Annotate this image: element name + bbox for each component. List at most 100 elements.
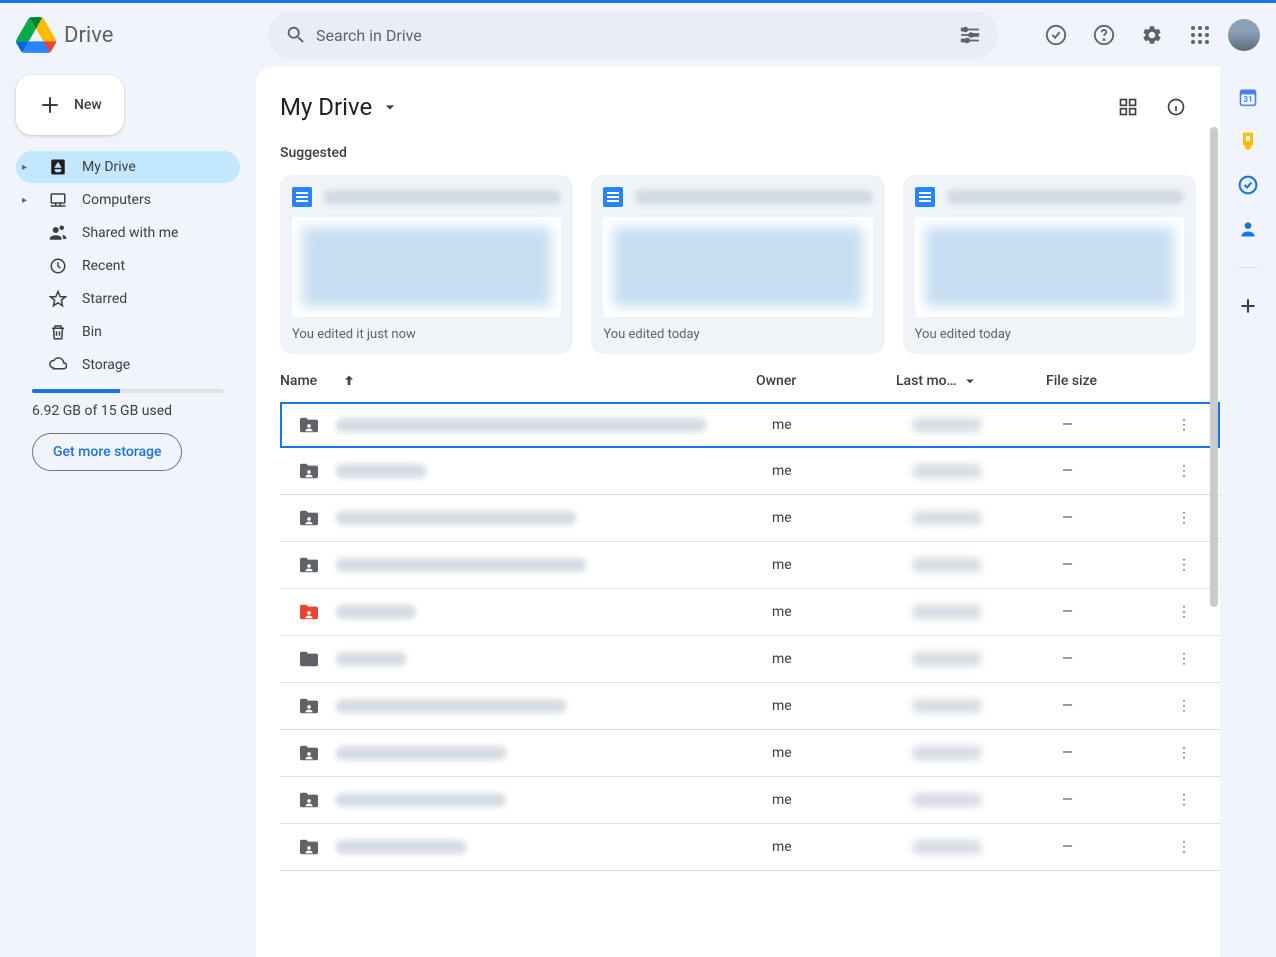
- shared-icon: [48, 223, 68, 243]
- file-row[interactable]: me — ⋮: [280, 402, 1220, 448]
- sidebar: New ▸ My Drive ▸ Computers ▸ Shared with…: [0, 67, 256, 957]
- col-size-header[interactable]: File size: [1046, 373, 1156, 389]
- folder-icon: [298, 603, 320, 621]
- row-more-icon[interactable]: ⋮: [1172, 604, 1196, 620]
- file-owner: me: [772, 745, 912, 761]
- calendar-icon[interactable]: 31: [1238, 87, 1258, 107]
- nav-my-drive[interactable]: ▸ My Drive: [16, 151, 240, 183]
- contacts-icon[interactable]: [1238, 219, 1258, 239]
- file-size: —: [1062, 839, 1172, 855]
- search-filter-icon[interactable]: [950, 15, 990, 55]
- col-name-header[interactable]: Name: [280, 373, 317, 389]
- suggested-footer: You edited today: [603, 327, 872, 342]
- file-modified-blurred: [912, 558, 982, 572]
- table-header: Name Owner Last mo… File size: [280, 354, 1220, 402]
- row-more-icon[interactable]: ⋮: [1172, 463, 1196, 479]
- nav-label: My Drive: [82, 159, 136, 175]
- apps-icon[interactable]: [1180, 15, 1220, 55]
- suggested-card[interactable]: You edited it just now: [280, 175, 573, 354]
- file-row[interactable]: me — ⋮: [280, 777, 1220, 824]
- star-icon: [48, 289, 68, 309]
- expand-icon[interactable]: ▸: [22, 162, 34, 173]
- search-icon[interactable]: [276, 15, 316, 55]
- storage-bar: [32, 389, 224, 393]
- storage-text: 6.92 GB of 15 GB used: [16, 403, 240, 419]
- sort-arrow-up-icon[interactable]: [341, 373, 357, 389]
- get-storage-button[interactable]: Get more storage: [32, 433, 182, 471]
- row-more-icon[interactable]: ⋮: [1172, 745, 1196, 761]
- suggested-title-blurred: [324, 190, 561, 204]
- folder-icon: [298, 744, 320, 762]
- info-icon[interactable]: [1156, 87, 1196, 127]
- row-more-icon[interactable]: ⋮: [1172, 698, 1196, 714]
- col-owner-header[interactable]: Owner: [756, 373, 896, 389]
- file-row[interactable]: me — ⋮: [280, 589, 1220, 636]
- nav-label: Storage: [82, 357, 130, 373]
- grid-view-icon[interactable]: [1108, 87, 1148, 127]
- computers-icon: [48, 190, 68, 210]
- row-more-icon[interactable]: ⋮: [1172, 651, 1196, 667]
- folder-icon: [298, 838, 320, 856]
- content-pane: My Drive Suggested You edited it just no…: [256, 67, 1220, 957]
- row-more-icon[interactable]: ⋮: [1172, 557, 1196, 573]
- file-row[interactable]: me — ⋮: [280, 824, 1220, 871]
- nav-starred[interactable]: ▸ Starred: [16, 283, 240, 315]
- scrollbar[interactable]: [1210, 127, 1218, 667]
- row-more-icon[interactable]: ⋮: [1172, 839, 1196, 855]
- breadcrumb[interactable]: My Drive: [280, 93, 400, 121]
- chevron-down-icon: [380, 97, 400, 117]
- file-size: —: [1062, 698, 1172, 714]
- nav-computers[interactable]: ▸ Computers: [16, 184, 240, 216]
- folder-icon: [298, 416, 320, 434]
- file-modified-blurred: [912, 793, 982, 807]
- file-size: —: [1062, 510, 1172, 526]
- help-icon[interactable]: [1084, 15, 1124, 55]
- keep-icon[interactable]: [1238, 131, 1258, 151]
- file-size: —: [1062, 557, 1172, 573]
- suggested-label: Suggested: [280, 145, 1220, 161]
- add-panel-icon[interactable]: [1238, 296, 1258, 316]
- nav-recent[interactable]: ▸ Recent: [16, 250, 240, 282]
- ready-offline-icon[interactable]: [1036, 15, 1076, 55]
- file-row[interactable]: me — ⋮: [280, 683, 1220, 730]
- file-name-blurred: [336, 605, 416, 619]
- file-name-blurred: [336, 652, 406, 666]
- search-input[interactable]: [316, 26, 950, 45]
- new-button[interactable]: New: [16, 75, 124, 135]
- file-modified-blurred: [912, 652, 982, 666]
- folder-icon: [298, 462, 320, 480]
- suggested-card[interactable]: You edited today: [591, 175, 884, 354]
- nav-bin[interactable]: ▸ Bin: [16, 316, 240, 348]
- nav-label: Starred: [82, 291, 127, 307]
- logo-area[interactable]: Drive: [16, 15, 252, 55]
- nav-storage[interactable]: ▸ Storage: [16, 349, 240, 381]
- file-modified-blurred: [912, 746, 982, 760]
- drive-logo-icon: [16, 15, 56, 55]
- file-size: —: [1062, 417, 1172, 433]
- row-more-icon[interactable]: ⋮: [1172, 510, 1196, 526]
- file-owner: me: [772, 651, 912, 667]
- file-owner: me: [772, 557, 912, 573]
- account-avatar[interactable]: [1228, 19, 1260, 51]
- file-row[interactable]: me — ⋮: [280, 542, 1220, 589]
- recent-icon: [48, 256, 68, 276]
- file-name-blurred: [336, 511, 576, 525]
- file-modified-blurred: [912, 464, 982, 478]
- nav-shared[interactable]: ▸ Shared with me: [16, 217, 240, 249]
- suggested-preview: [292, 217, 561, 317]
- file-owner: me: [772, 839, 912, 855]
- settings-icon[interactable]: [1132, 15, 1172, 55]
- file-size: —: [1062, 745, 1172, 761]
- search-bar: [268, 11, 998, 59]
- file-row[interactable]: me — ⋮: [280, 448, 1220, 495]
- col-modified-header[interactable]: Last mo…: [896, 372, 1046, 390]
- expand-icon[interactable]: ▸: [22, 195, 34, 206]
- row-more-icon[interactable]: ⋮: [1172, 792, 1196, 808]
- suggested-card[interactable]: You edited today: [903, 175, 1196, 354]
- file-row[interactable]: me — ⋮: [280, 636, 1220, 683]
- tasks-icon[interactable]: [1238, 175, 1258, 195]
- file-row[interactable]: me — ⋮: [280, 495, 1220, 542]
- row-more-icon[interactable]: ⋮: [1172, 417, 1196, 433]
- file-row[interactable]: me — ⋮: [280, 730, 1220, 777]
- svg-text:31: 31: [1243, 95, 1253, 105]
